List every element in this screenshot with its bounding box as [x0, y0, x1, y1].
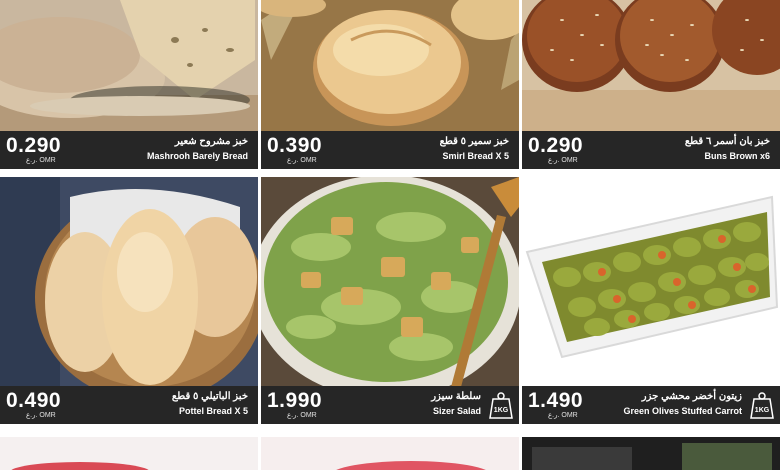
product-card-smirl-bread[interactable]: 0.390 ر.ع. OMR خبز سمير ٥ قطع Smirl Brea… [261, 0, 519, 170]
product-info-bar: 0.290 ر.ع. OMR خبز مشروح شعير Mashrooh B… [0, 131, 258, 169]
weight-badge-icon: 1KG [750, 392, 774, 419]
next-row-card-partial [522, 437, 780, 470]
product-info-bar: 0.390 ر.ع. OMR خبز سمير ٥ قطع Smirl Brea… [261, 131, 519, 169]
currency: ر.ع. OMR [26, 157, 56, 164]
currency: ر.ع. OMR [26, 412, 56, 419]
product-card-flatbread[interactable]: 0.290 ر.ع. OMR خبز مشروح شعير Mashrooh B… [0, 0, 258, 170]
product-name-english: Sizer Salad [432, 406, 481, 416]
price: 0.390 [267, 134, 323, 157]
price: 0.290 [6, 134, 62, 157]
product-name-arabic: سلطة سيزر [431, 391, 481, 402]
product-name-english: Smirl Bread X 5 [442, 151, 509, 161]
bread-basket-photo [0, 177, 258, 387]
sesame-buns-photo [522, 0, 780, 132]
product-name-english: Pottel Bread X 5 [178, 406, 248, 416]
price: 1.990 [267, 389, 323, 412]
next-row-card-partial [261, 437, 519, 470]
product-name-arabic: خبز سمير ٥ قطع [439, 136, 509, 147]
currency: ر.ع. OMR [548, 157, 578, 164]
product-card-buns-brown[interactable]: 0.290 ر.ع. OMR خبز بان أسمر ٦ قطع Buns B… [522, 0, 780, 170]
product-info-bar: 0.290 ر.ع. OMR خبز بان أسمر ٦ قطع Buns B… [522, 131, 780, 169]
product-grid: 0.290 ر.ع. OMR خبز مشروح شعير Mashrooh B… [0, 0, 780, 470]
weight-badge-icon: 1KG [489, 392, 513, 419]
product-card-green-olives[interactable]: 1.490 ر.ع. OMR زيتون أخضر محشي جزر Green… [522, 177, 780, 433]
product-info-bar: 1.990 ر.ع. OMR سلطة سيزر Sizer Salad 1KG [261, 386, 519, 424]
product-name-arabic: خبز بان أسمر ٦ قطع [684, 136, 770, 147]
product-name-english: Green Olives Stuffed Carrot [623, 406, 742, 416]
product-info-bar: 0.490 ر.ع. OMR خبز الباتيلي ٥ قطع Pottel… [0, 386, 258, 424]
product-card-pottel-bread[interactable]: 0.490 ر.ع. OMR خبز الباتيلي ٥ قطع Pottel… [0, 177, 258, 433]
weight-badge-label: 1KG [755, 407, 770, 414]
product-name-arabic: خبز الباتيلي ٥ قطع [171, 391, 248, 402]
caesar-salad-photo [261, 177, 519, 387]
currency: ر.ع. OMR [548, 412, 578, 419]
product-name-english: Mashrooh Barely Bread [146, 151, 248, 161]
product-name-arabic: خبز مشروح شعير [174, 136, 248, 147]
flatbread-photo [0, 0, 258, 132]
currency: ر.ع. OMR [287, 157, 317, 164]
price: 0.490 [6, 389, 62, 412]
product-name-english: Buns Brown x6 [704, 151, 770, 161]
product-info-bar: 1.490 ر.ع. OMR زيتون أخضر محشي جزر Green… [522, 386, 780, 424]
next-row-card-partial [0, 437, 258, 470]
green-olives-photo [522, 177, 780, 387]
currency: ر.ع. OMR [287, 412, 317, 419]
bread-roll-photo [261, 0, 519, 132]
weight-badge-label: 1KG [494, 407, 509, 414]
price: 0.290 [528, 134, 584, 157]
product-card-sizer-salad[interactable]: 1.990 ر.ع. OMR سلطة سيزر Sizer Salad 1KG [261, 177, 519, 433]
product-name-arabic: زيتون أخضر محشي جزر [641, 391, 742, 402]
price: 1.490 [528, 389, 584, 412]
